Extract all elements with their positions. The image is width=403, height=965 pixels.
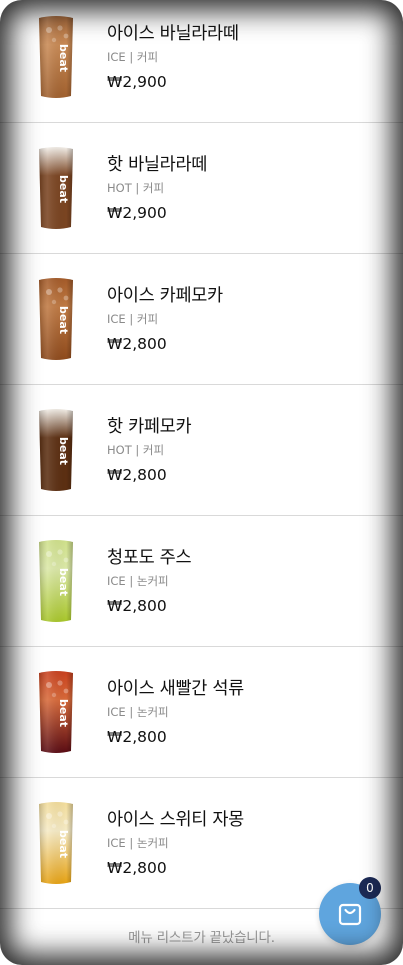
drink-image: beat [36,276,76,364]
menu-item-price: ₩2,800 [107,466,167,484]
drink-image: beat [36,145,76,233]
menu-item-category: ICE | 논커피 [107,574,169,588]
menu-item-name: 아이스 스위티 자몽 [107,810,244,830]
drink-image: beat [36,14,76,102]
menu-item-info: 아이스 카페모카 ICE | 커피 ₩2,800 [107,284,223,354]
menu-item-category: ICE | 논커피 [107,705,169,719]
menu-item-name: 아이스 카페모카 [107,286,223,306]
beat-logo-text: beat [57,568,70,596]
drink-image: beat [36,669,76,757]
menu-item-info: 핫 카페모카 HOT | 커피 ₩2,800 [107,415,192,485]
menu-item-name: 아이스 새빨간 석류 [107,679,244,699]
menu-item[interactable]: beat 아이스 새빨간 석류 ICE | 논커피 ₩2,800 [0,647,403,778]
beat-logo-text: beat [57,699,70,727]
menu-item-price: ₩2,800 [107,859,167,877]
beat-logo-text: beat [57,830,70,858]
menu-item-price: ₩2,800 [107,335,167,353]
menu-item-info: 아이스 바닐라라떼 ICE | 커피 ₩2,900 [107,22,239,92]
menu-item[interactable]: beat 핫 바닐라라떼 HOT | 커피 ₩2,900 [0,123,403,254]
menu-item-name: 핫 바닐라라떼 [107,155,208,175]
menu-item-name: 핫 카페모카 [107,417,192,437]
menu-item[interactable]: beat 핫 카페모카 HOT | 커피 ₩2,800 [0,385,403,516]
menu-item[interactable]: beat 아이스 바닐라라떼 ICE | 커피 ₩2,900 [0,0,403,123]
menu-item-info: 핫 바닐라라떼 HOT | 커피 ₩2,900 [107,153,207,223]
menu-list: beat 아이스 바닐라라떼 ICE | 커피 ₩2,900 beat 핫 바닐… [0,0,403,909]
menu-item-price: ₩2,900 [107,204,167,222]
menu-item-info: 청포도 주스 ICE | 논커피 ₩2,800 [107,546,192,616]
menu-item-price: ₩2,900 [107,73,167,91]
menu-item-category: ICE | 논커피 [107,836,169,850]
shopping-bag-icon [338,903,362,926]
drink-image: beat [36,538,76,626]
beat-logo-text: beat [57,175,70,203]
menu-item-price: ₩2,800 [107,597,167,615]
menu-item-info: 아이스 스위티 자몽 ICE | 논커피 ₩2,800 [107,808,244,878]
menu-item-category: HOT | 커피 [107,443,165,457]
menu-item[interactable]: beat 청포도 주스 ICE | 논커피 ₩2,800 [0,516,403,647]
drink-image: beat [36,800,76,888]
menu-item-name: 청포도 주스 [107,548,192,568]
menu-item-category: HOT | 커피 [107,181,165,195]
beat-logo-text: beat [57,44,70,72]
beat-logo-text: beat [57,437,70,465]
beat-logo-text: beat [57,306,70,334]
menu-item-info: 아이스 새빨간 석류 ICE | 논커피 ₩2,800 [107,677,244,747]
menu-item-category: ICE | 커피 [107,312,159,326]
menu-item-category: ICE | 커피 [107,50,159,64]
menu-item[interactable]: beat 아이스 카페모카 ICE | 커피 ₩2,800 [0,254,403,385]
cart-count-badge: 0 [359,877,381,899]
menu-item-name: 아이스 바닐라라떼 [107,24,239,44]
drink-image: beat [36,407,76,495]
menu-item-price: ₩2,800 [107,728,167,746]
